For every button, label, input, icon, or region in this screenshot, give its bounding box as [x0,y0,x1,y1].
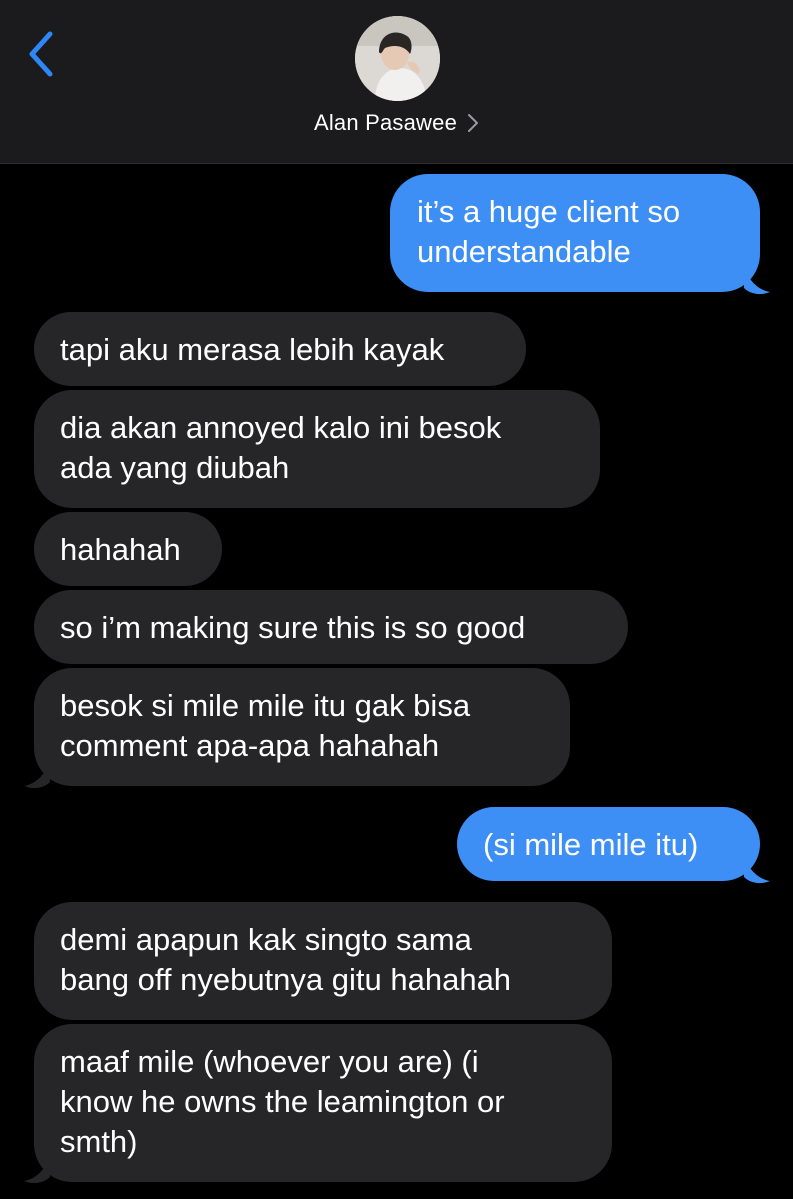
message-bubble-incoming[interactable]: so i’m making sure this is so good [34,590,628,664]
bubble-tail [744,855,770,884]
message-bubble-incoming[interactable]: besok si mile mile itu gak bisa comment … [34,668,570,786]
message-bubble-outgoing[interactable]: (si mile mile itu) [457,807,760,881]
message-bubble-incoming[interactable]: tapi aku merasa lebih kayak [34,312,526,386]
bubble-tail [744,266,770,295]
message-bubble-incoming[interactable]: maaf mile (whoever you are) (i know he o… [34,1024,612,1182]
bubble-tail [24,760,50,789]
message-bubble-incoming[interactable]: demi apapun kak singto sama bang off nye… [34,902,612,1020]
message-bubble-incoming[interactable]: dia akan annoyed kalo ini besok ada yang… [34,390,600,508]
message-thread: it’s a huge client so understandable tap… [0,0,793,1199]
message-bubble-incoming[interactable]: hahahah [34,512,222,586]
message-bubble-outgoing[interactable]: it’s a huge client so understandable [390,174,760,292]
bubble-tail [24,1155,50,1184]
